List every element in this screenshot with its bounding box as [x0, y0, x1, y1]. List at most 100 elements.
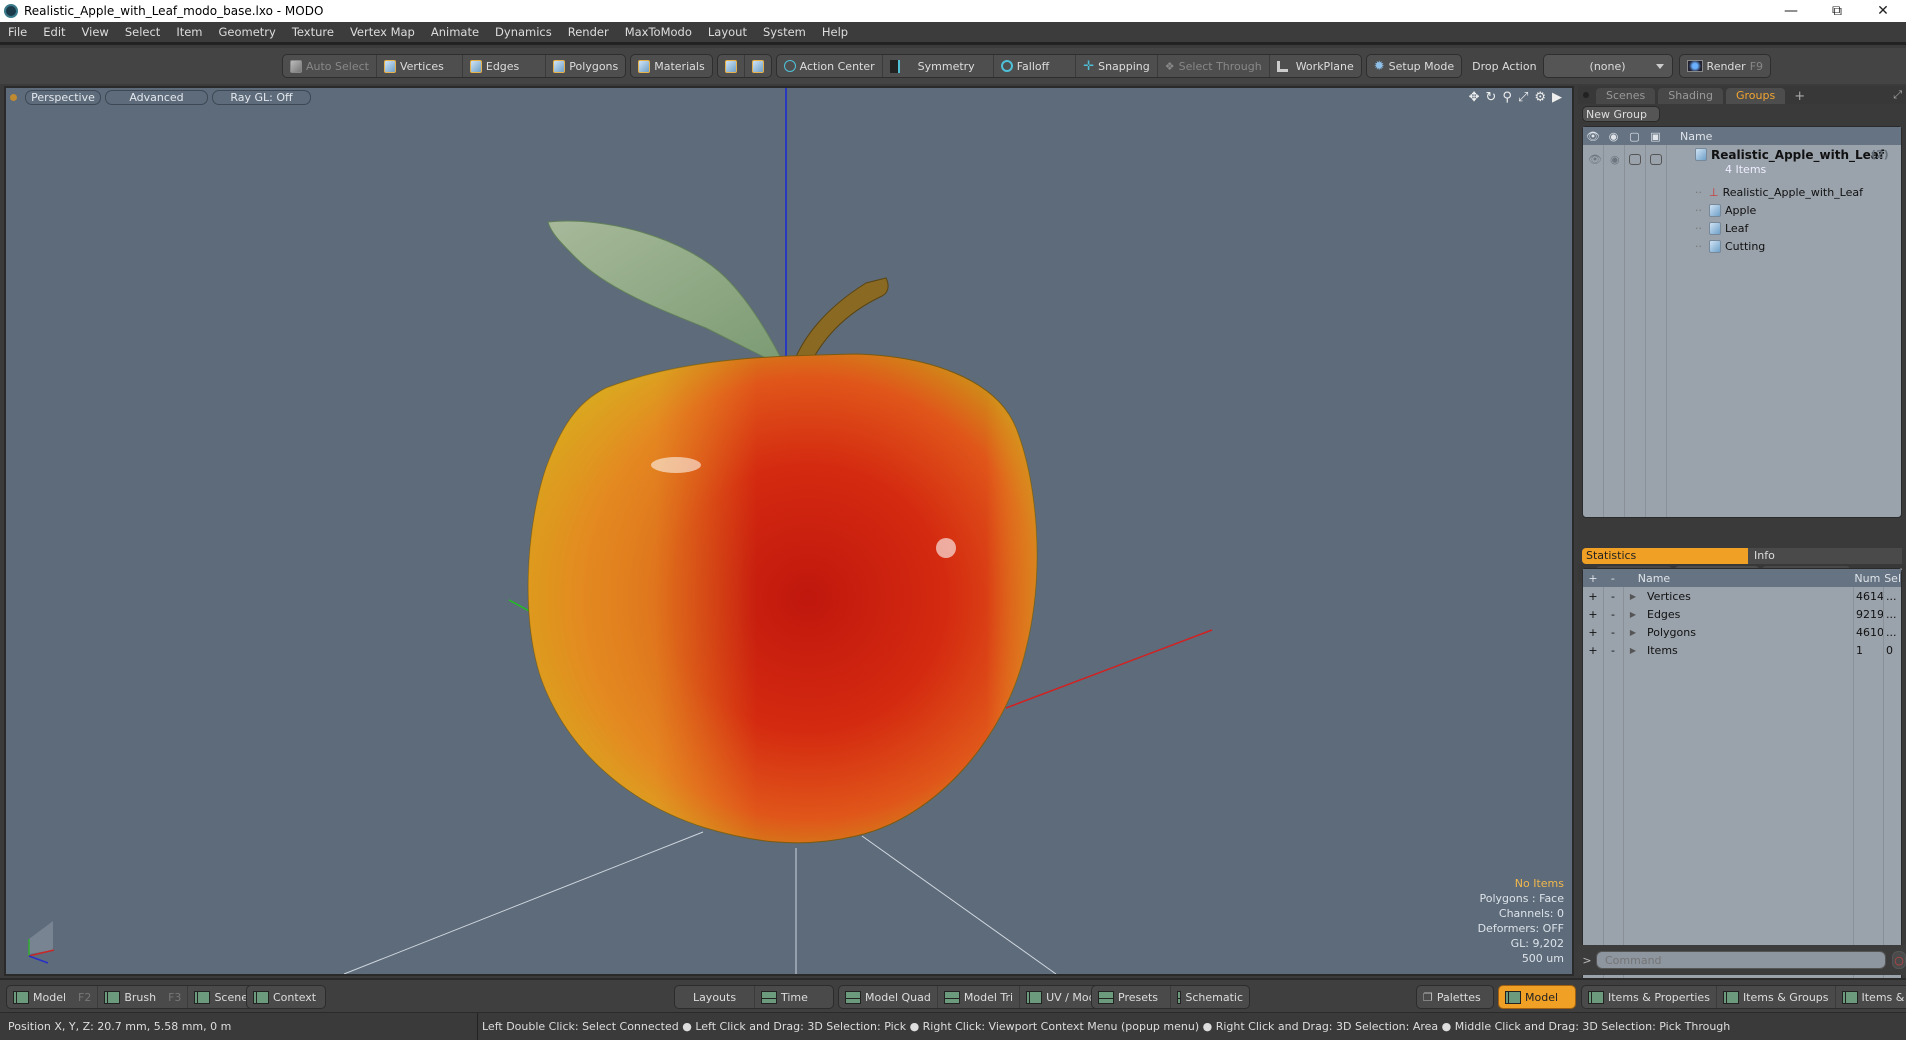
expand-arrow-icon[interactable]: ▶ [1623, 592, 1643, 601]
workplane-button[interactable]: WorkPlane [1270, 55, 1361, 77]
menu-vertex-map[interactable]: Vertex Map [342, 25, 423, 39]
render-column-icon[interactable]: ◉ [1603, 130, 1624, 143]
palettes-button[interactable]: ❐ Palettes [1417, 986, 1493, 1008]
edges-button[interactable]: Edges [463, 55, 547, 77]
falloff-button[interactable]: Falloff [994, 55, 1077, 77]
tab-info[interactable]: Info [1748, 548, 1902, 564]
context-button[interactable]: Context [247, 986, 325, 1008]
group-row[interactable]: 👁 ◉ Realistic_Apple_with_Leaf (2) 4 Item… [1583, 147, 1901, 181]
menu-maxtomodo[interactable]: MaxToModo [617, 25, 700, 39]
schematic-button[interactable]: Schematic [1171, 986, 1249, 1008]
menu-layout[interactable]: Layout [700, 25, 755, 39]
list-item[interactable]: ·· Cutting [1695, 237, 1895, 255]
add-selection-button[interactable]: + [1583, 608, 1603, 621]
menu-geometry[interactable]: Geometry [211, 25, 284, 39]
tab-scenes[interactable]: Scenes [1596, 88, 1656, 104]
right-panel: Scenes Shading Groups + ⤢ New Group 👁 ◉ … [1578, 86, 1906, 1026]
expand-arrow-icon[interactable]: ▶ [1623, 610, 1643, 619]
new-group-button[interactable]: New Group [1582, 106, 1660, 122]
minimize-button[interactable]: — [1768, 0, 1814, 22]
items-groups-button[interactable]: Items & Groups [1717, 986, 1836, 1008]
layout-icon [1722, 990, 1739, 1004]
menu-system[interactable]: System [755, 25, 814, 39]
modo-logo-icon [4, 4, 18, 18]
visibility-eye-icon[interactable]: 👁 [1588, 153, 1602, 166]
polygons-button[interactable]: Polygons [546, 55, 625, 77]
render-group: Render F9 [1678, 54, 1772, 78]
lock-column-icon[interactable]: ▢ [1624, 130, 1645, 143]
select-column-icon[interactable]: ▣ [1645, 130, 1666, 143]
select-toggle[interactable] [1650, 154, 1662, 165]
tab-shading[interactable]: Shading [1658, 88, 1723, 104]
setup-mode-button[interactable]: ✹ Setup Mode [1367, 55, 1461, 77]
main-toolbar: Auto Select Vertices Edges Polygons Mate… [0, 48, 1906, 84]
items-shading-button[interactable]: Items & Shading [1836, 986, 1906, 1008]
layout-icon [253, 990, 269, 1004]
remove-selection-button[interactable]: - [1603, 644, 1623, 657]
panel-options-dot[interactable] [1583, 92, 1589, 98]
add-selection-button[interactable]: + [1583, 644, 1603, 657]
menu-render[interactable]: Render [560, 25, 617, 39]
command-history-icon[interactable]: ○ [1892, 951, 1906, 969]
sel-column-header: Sel [1884, 571, 1902, 585]
model-tri-button[interactable]: Model Tri [938, 986, 1021, 1008]
presets-button[interactable]: Presets [1092, 986, 1171, 1008]
add-tab-icon[interactable]: + [1788, 89, 1811, 104]
auto-select-button[interactable]: Auto Select [283, 55, 377, 77]
leaf-mesh [547, 220, 788, 370]
tab-groups[interactable]: Groups [1725, 88, 1786, 104]
tab-statistics[interactable]: Statistics [1582, 548, 1748, 564]
add-selection-button[interactable]: + [1583, 590, 1603, 603]
layout-brush-button[interactable]: Brush F3 [98, 986, 189, 1008]
close-button[interactable]: ✕ [1860, 0, 1906, 22]
list-item[interactable]: ·· Apple [1695, 201, 1895, 219]
menu-help[interactable]: Help [814, 25, 856, 39]
symmetry-button[interactable]: Symmetry [883, 55, 994, 77]
menu-bar: File Edit View Select Item Geometry Text… [0, 22, 1906, 45]
menu-texture[interactable]: Texture [284, 25, 342, 39]
num-column-header: Num [1854, 571, 1881, 585]
render-toggle-icon[interactable]: ◉ [1610, 153, 1620, 166]
remove-selection-button[interactable]: - [1603, 626, 1623, 639]
element-tool-button[interactable] [745, 55, 771, 77]
command-bar: > ○ [1578, 945, 1906, 975]
layout-model-button[interactable]: Model F2 [7, 986, 99, 1008]
orientation-gizmo [28, 921, 55, 964]
menu-dynamics[interactable]: Dynamics [487, 25, 560, 39]
expand-arrow-icon[interactable]: ▶ [1623, 646, 1643, 655]
menu-edit[interactable]: Edit [35, 25, 73, 39]
transform-tool-button[interactable] [718, 55, 745, 77]
command-input[interactable] [1596, 951, 1886, 969]
apple-texture-overlay [528, 354, 1037, 843]
time-button[interactable]: Time [755, 986, 833, 1008]
render-button[interactable]: Render F9 [1680, 55, 1771, 77]
restore-button[interactable]: ⧉ [1814, 0, 1860, 22]
model-layout-button[interactable]: Model [1499, 986, 1575, 1008]
list-item[interactable]: ·· ⊥ Realistic_Apple_with_Leaf [1695, 183, 1895, 201]
list-item[interactable]: ·· Leaf [1695, 219, 1895, 237]
visibility-column-icon[interactable]: 👁 [1583, 130, 1603, 143]
maximize-panel-icon[interactable]: ⤢ [1893, 88, 1902, 102]
select-through-button[interactable]: ❖ Select Through [1158, 55, 1270, 77]
menu-item[interactable]: Item [168, 25, 210, 39]
remove-selection-button[interactable]: - [1603, 590, 1623, 603]
menu-animate[interactable]: Animate [423, 25, 487, 39]
items-properties-button[interactable]: Items & Properties [1582, 986, 1717, 1008]
drop-action-dropdown[interactable]: (none) [1542, 54, 1673, 78]
vertices-button[interactable]: Vertices [377, 55, 463, 77]
expand-arrow-icon[interactable]: ▶ [1623, 628, 1643, 637]
3d-viewport[interactable]: Perspective Advanced Ray GL: Off ✥ ↻ ⚲ ⤢… [4, 86, 1574, 976]
group-count: (2) [1871, 148, 1889, 161]
layouts-button[interactable]: Layouts [675, 986, 755, 1008]
materials-button[interactable]: Materials [631, 55, 711, 77]
remove-selection-button[interactable]: - [1603, 608, 1623, 621]
deformers-info: Deformers: OFF [1477, 922, 1564, 935]
model-quad-button[interactable]: Model Quad [839, 986, 938, 1008]
lock-toggle[interactable] [1629, 154, 1641, 165]
action-center-button[interactable]: Action Center [777, 55, 883, 77]
menu-select[interactable]: Select [117, 25, 168, 39]
snapping-button[interactable]: ✛ Snapping [1076, 55, 1158, 77]
add-selection-button[interactable]: + [1583, 626, 1603, 639]
menu-view[interactable]: View [74, 25, 117, 39]
menu-file[interactable]: File [0, 25, 35, 39]
